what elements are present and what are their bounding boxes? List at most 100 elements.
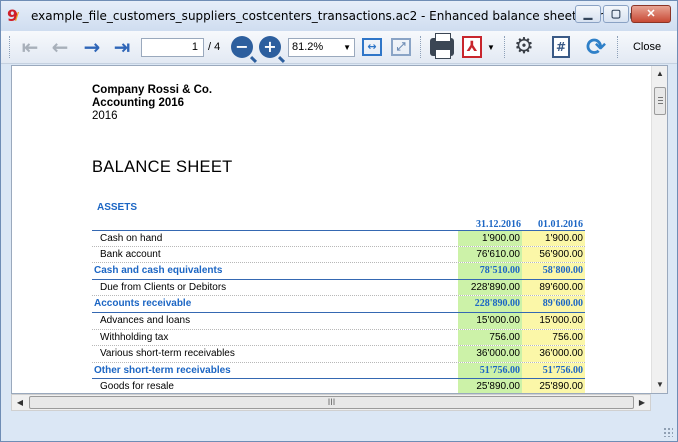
document-viewport[interactable]: Company Rossi & Co. Accounting 2016 2016… [11,65,668,394]
report-header: Company Rossi & Co. Accounting 2016 2016 [92,84,212,123]
close-window-button[interactable]: ✕ [631,5,671,23]
column-header-previous: 01.01.2016 [538,219,583,230]
maximize-button[interactable]: ▢ [603,5,629,23]
value-previous: 56'900.00 [522,246,585,263]
value-previous: 89'600.00 [522,279,585,296]
value-current: 228'890.00 [458,296,522,312]
group-total-row: Accounts receivable 228'890.00 89'600.00 [92,296,585,313]
row-label: Other short-term receivables [94,364,231,376]
table-row: Various short-term receivables 36'000.00 3… [92,346,585,363]
fit-width-icon: ↔ [362,38,382,56]
fit-page-icon: ⤢ [391,38,411,56]
value-previous: 756.00 [522,329,585,346]
value-current: 36'000.00 [458,346,522,362]
export-pdf-button[interactable]: ⅄ [460,35,484,59]
page-title: BALANCE SHEET [92,158,233,176]
value-previous: 1'900.00 [522,231,585,246]
previous-page-icon: ← [51,35,69,59]
resize-grip-icon[interactable] [663,427,673,437]
value-previous: 89'600.00 [522,296,585,312]
page-number-input[interactable]: 1 [141,38,204,57]
first-page-button[interactable]: ⇤ [17,35,43,59]
row-label: Bank account [100,248,161,260]
close-icon: ✕ [646,8,656,20]
table-row: Cash on hand 1'900.00 1'900.00 [92,230,585,247]
value-previous: 36'000.00 [522,346,585,362]
table-row: Goods for resale 25'890.00 25'890.00 [92,379,585,393]
value-current: 756.00 [458,329,522,346]
row-label: Various short-term receivables [100,348,235,360]
close-label: Close [632,41,662,53]
value-previous: 25'890.00 [522,379,585,393]
toolbar-separator [9,36,10,58]
toolbar: ⇤ ← → ⇥ 1 / 4 − + 81.2% ▼ ↔ ⤢ ⅄ ▼ ⚙ # ⟳ C… [1,31,677,64]
toolbar-separator [420,36,421,58]
value-current: 78'510.00 [458,263,522,279]
chevron-down-icon: ▼ [487,42,495,52]
title-bar: 9/ example_file_customers_suppliers_cost… [1,1,677,31]
section-heading: ASSETS [97,202,138,213]
table-row: Advances and loans 15'000.00 15'000.00 [92,312,585,330]
row-label: Cash and cash equivalents [94,265,223,277]
zoom-select[interactable]: 81.2% ▼ [288,38,355,57]
vertical-scrollbar[interactable]: ▲ ▼ [651,66,667,393]
zoom-in-icon: + [259,36,281,58]
vertical-scroll-thumb[interactable] [654,87,666,115]
page-number-button[interactable]: # [549,35,573,59]
value-previous: 15'000.00 [522,312,585,329]
minimize-icon: ▁ [583,8,593,20]
print-button[interactable] [428,33,456,59]
page-total-label: / 4 [208,41,221,53]
row-label: Advances and loans [100,314,191,326]
accounting-title: Accounting 2016 [92,97,185,109]
next-page-icon: → [83,35,101,59]
group-total-row: Cash and cash equivalents 78'510.00 58'800… [92,263,585,280]
value-current: 1'900.00 [458,231,522,246]
table-row: Withholding tax 756.00 756.00 [92,329,585,347]
gear-icon: ⚙ [514,34,534,59]
next-page-button[interactable]: → [79,35,105,59]
close-button[interactable]: Close [627,35,667,59]
window-title: example_file_customers_suppliers_costcen… [31,9,651,23]
horizontal-scrollbar[interactable]: ◀ III ▶ [11,394,651,411]
scroll-up-icon[interactable]: ▲ [652,66,667,82]
export-dropdown-button[interactable]: ▼ [485,35,497,59]
fit-width-button[interactable]: ↔ [360,35,384,59]
horizontal-scroll-thumb[interactable]: III [29,396,634,409]
value-previous: 58'800.00 [522,263,585,279]
row-label: Withholding tax [100,331,169,343]
row-label: Goods for resale [100,381,174,393]
table-row: Bank account 76'610.00 56'900.00 [92,246,585,264]
printer-icon [430,33,454,59]
row-label: Cash on hand [100,233,163,244]
chevron-down-icon: ▼ [343,43,351,52]
value-current: 228'890.00 [458,279,522,296]
previous-page-button[interactable]: ← [47,35,73,59]
report-window: 9/ example_file_customers_suppliers_cost… [0,0,678,442]
settings-button[interactable]: ⚙ [511,35,537,59]
value-current: 25'890.00 [458,379,522,393]
scroll-left-icon[interactable]: ◀ [12,395,28,410]
table-row: Due from Clients or Debitors 228'890.00 89… [92,279,585,297]
pdf-icon: ⅄ [462,36,482,58]
value-previous: 51'756.00 [522,362,585,379]
column-header-current: 31.12.2016 [476,219,521,230]
last-page-icon: ⇥ [113,35,131,59]
scroll-down-icon[interactable]: ▼ [652,377,667,393]
toolbar-separator [504,36,505,58]
value-current: 51'756.00 [458,362,522,379]
zoom-out-button[interactable]: − [230,35,254,59]
fit-page-button[interactable]: ⤢ [389,35,413,59]
scroll-right-icon[interactable]: ▶ [634,395,650,410]
zoom-in-button[interactable]: + [258,35,282,59]
zoom-out-icon: − [231,36,253,58]
minimize-button[interactable]: ▁ [575,5,601,23]
balance-table: Cash on hand 1'900.00 1'900.00 Bank account… [92,230,585,393]
group-total-row: Other short-term receivables 51'756.00 51'… [92,362,585,380]
row-label: Accounts receivable [94,298,192,310]
app-logo-icon: 9/ [7,6,20,25]
refresh-icon: ⟳ [585,33,607,61]
zoom-value: 81.2% [292,41,324,53]
last-page-button[interactable]: ⇥ [109,35,135,59]
refresh-button[interactable]: ⟳ [583,35,609,59]
